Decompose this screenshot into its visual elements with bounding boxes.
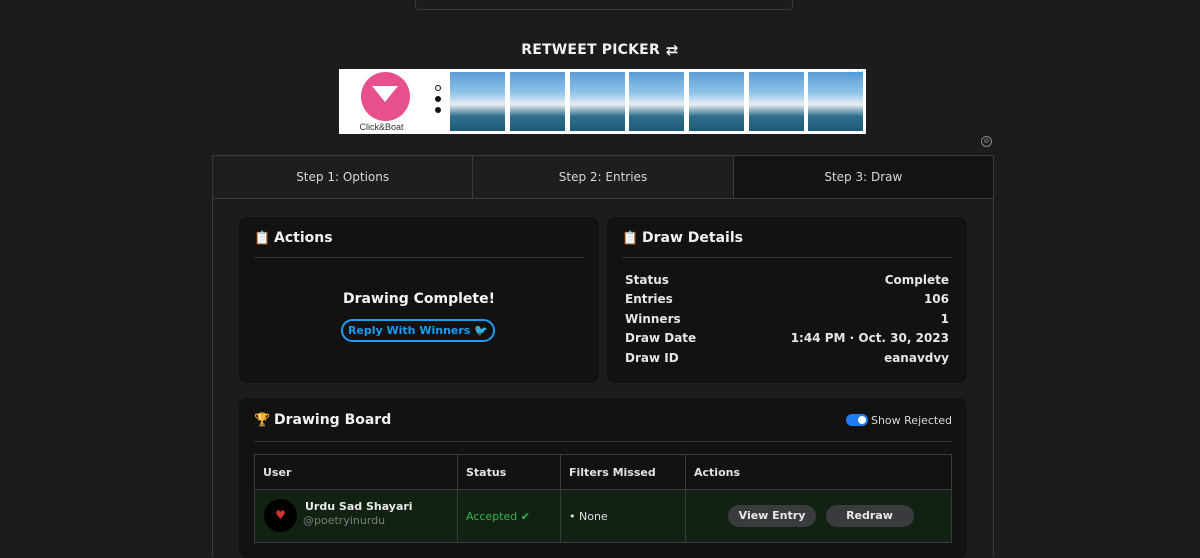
filters-missed-cell: • None (560, 489, 686, 543)
column-header-user[interactable]: User (254, 454, 458, 490)
trophy-icon: 🏆 (254, 413, 271, 428)
ad-thumbnail[interactable] (749, 72, 804, 131)
paper-boat-icon (372, 86, 398, 102)
detail-row-draw-date: Draw Date 1:44 PM · Oct. 30, 2023 (625, 331, 949, 351)
detail-label: Winners (625, 312, 681, 326)
drawing-complete-heading: Drawing Complete! (343, 291, 495, 307)
detail-row-status: Status Complete (625, 273, 949, 293)
divider (254, 441, 952, 442)
show-rejected-toggle[interactable] (846, 414, 868, 426)
detail-value: 1:44 PM · Oct. 30, 2023 (790, 331, 949, 345)
entries-table: User Status Filters Missed Actions ♥ Urd… (254, 454, 952, 543)
actions-cell: View Entry Redraw (685, 489, 952, 543)
detail-row-entries: Entries 106 (625, 292, 949, 312)
clipboard-list-icon: 📋 (622, 231, 639, 246)
ad-carousel-dots[interactable] (435, 85, 443, 118)
status-badge: Accepted (466, 509, 518, 523)
user-handle[interactable]: @poetryinurdu (303, 514, 385, 527)
column-header-filters-missed[interactable]: Filters Missed (560, 454, 686, 490)
check-circle-icon: ✔ (520, 509, 530, 523)
ad-banner[interactable]: Click&Boat ▷✕ (339, 69, 866, 134)
twitter-icon: 🐦 (474, 324, 489, 337)
retweet-icon: ⇄ (665, 41, 679, 59)
detail-value: 106 (923, 292, 949, 306)
detail-row-draw-id: Draw ID eanavdvy (625, 351, 949, 371)
detail-label: Entries (625, 292, 673, 306)
ad-choices-icon[interactable]: ▷✕ (850, 70, 864, 80)
tab-step-2-entries[interactable]: Step 2: Entries (473, 156, 734, 198)
actions-title: 📋 Actions (254, 230, 333, 246)
ad-thumbnail[interactable] (510, 72, 565, 131)
ad-thumbnail[interactable] (808, 72, 863, 131)
divider (622, 257, 952, 258)
detail-row-winners: Winners 1 (625, 312, 949, 332)
column-header-actions: Actions (685, 454, 952, 490)
ad-thumbnail[interactable] (570, 72, 625, 131)
carousel-dot[interactable] (435, 107, 441, 113)
detail-label: Status (625, 273, 669, 287)
show-rejected-label: Show Rejected (870, 414, 952, 427)
tab-step-1-options[interactable]: Step 1: Options (213, 156, 474, 198)
divider (254, 257, 584, 258)
detail-label: Draw Date (625, 331, 697, 345)
ad-thumbnail[interactable] (689, 72, 744, 131)
reply-button-label: Reply With Winners (347, 324, 471, 337)
ad-thumbnail[interactable] (629, 72, 684, 131)
ad-brand: Click&Boat (359, 122, 404, 132)
column-header-status[interactable]: Status (457, 454, 561, 490)
detail-value: Complete (884, 273, 949, 287)
avatar[interactable]: ♥ (264, 499, 297, 532)
table-header-row: User Status Filters Missed Actions (254, 454, 952, 490)
draw-details-title: 📋 Draw Details (622, 230, 743, 246)
ad-logo: Click&Boat (339, 69, 424, 134)
clipboard-check-icon: 📋 (254, 231, 271, 246)
actions-title-text: Actions (274, 230, 333, 246)
user-cell: ♥ Urdu Sad Shayari @poetryinurdu (254, 489, 458, 543)
drawing-board-title: 🏆 Drawing Board (254, 412, 391, 428)
carousel-dot[interactable] (435, 96, 441, 102)
reply-with-winners-button[interactable]: Reply With Winners 🐦 (341, 319, 495, 342)
actions-card: 📋 Actions Drawing Complete! Reply With Wi… (239, 217, 599, 383)
step-tabs: Step 1: Options Step 2: Entries Step 3: … (212, 155, 994, 199)
top-input-box[interactable] (415, 0, 793, 10)
page-title: RETWEET PICKER ⇄ (0, 41, 1200, 59)
draw-details-title-text: Draw Details (642, 230, 743, 246)
detail-value: eanavdvy (884, 351, 949, 365)
detail-value: 1 (940, 312, 949, 326)
tab-step-3-draw[interactable]: Step 3: Draw (733, 156, 993, 198)
status-cell: Accepted ✔ (457, 489, 561, 543)
drawing-board-card: 🏆 Drawing Board Show Rejected User Status… (239, 398, 967, 558)
redraw-button[interactable]: Redraw (825, 505, 914, 527)
user-name: Urdu Sad Shayari (305, 500, 413, 513)
table-row: ♥ Urdu Sad Shayari @poetryinurdu Accepte… (254, 489, 952, 543)
drawing-board-title-text: Drawing Board (274, 412, 392, 428)
page-title-text: RETWEET PICKER (521, 42, 660, 58)
view-entry-button[interactable]: View Entry (728, 505, 816, 527)
carousel-dot[interactable] (435, 85, 441, 91)
draw-details-card: 📋 Draw Details Status Complete Entries 10… (607, 217, 967, 383)
detail-label: Draw ID (625, 351, 679, 365)
ad-thumbnail[interactable] (450, 72, 505, 131)
ad-info-icon[interactable]: ⊘ (981, 136, 992, 147)
